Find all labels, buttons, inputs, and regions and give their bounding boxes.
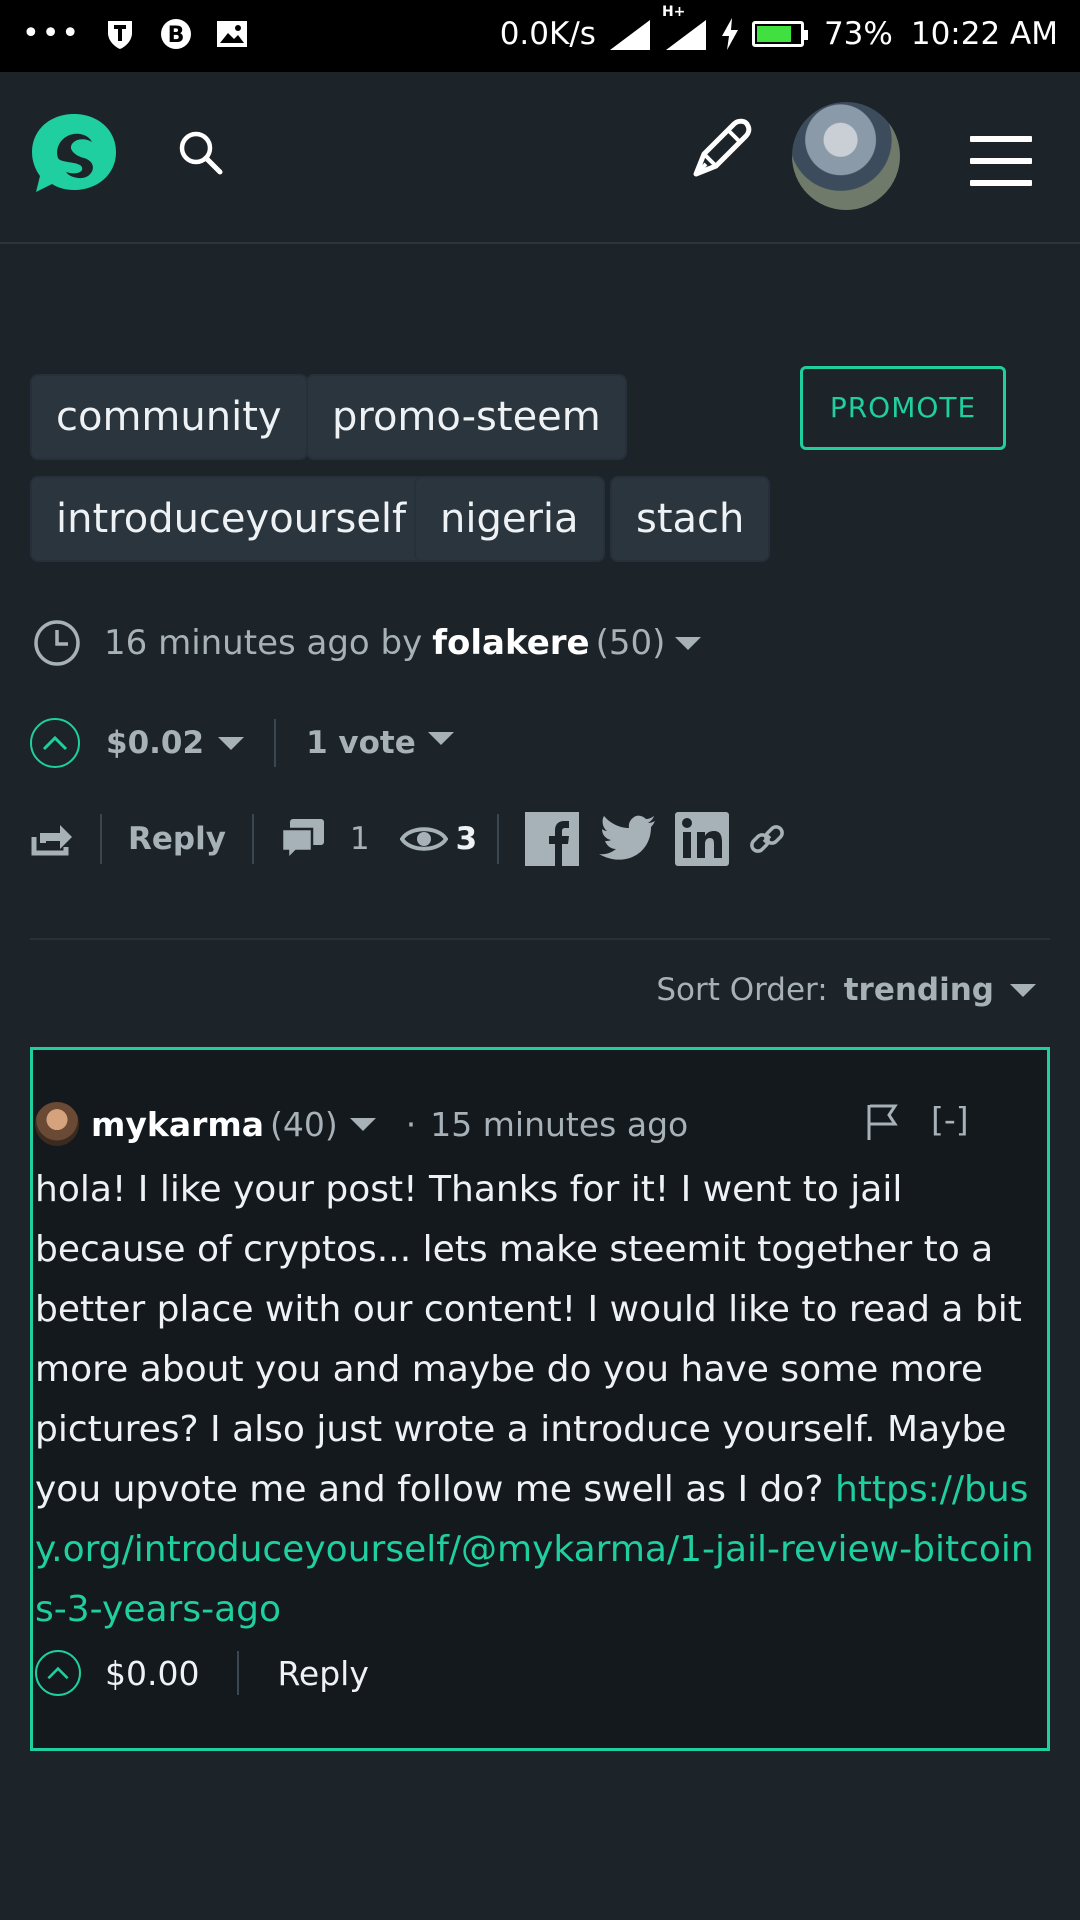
comment-header: mykarma (40) · 15 minutes ago: [35, 1102, 688, 1146]
chevron-up-icon: [42, 735, 68, 751]
divider: [30, 938, 1050, 940]
divider: [237, 1651, 240, 1695]
reblog-icon[interactable]: [30, 819, 74, 859]
action-row: Reply 1 3: [30, 808, 787, 870]
author-reputation: (50): [595, 623, 666, 663]
signal-hplus-icon: H+: [662, 4, 708, 52]
tag-introduceyourself[interactable]: introduceyourself: [30, 476, 433, 562]
shield-app-icon: [108, 20, 133, 49]
comment-time[interactable]: 15 minutes ago: [430, 1105, 688, 1144]
hamburger-menu-icon[interactable]: [970, 136, 1032, 186]
comment-reply-link[interactable]: Reply: [277, 1654, 368, 1693]
sort-order[interactable]: Sort Order: trending: [656, 972, 1036, 1008]
divider: [100, 814, 102, 864]
signal-icon: [609, 20, 650, 50]
twitter-icon[interactable]: [599, 815, 657, 863]
comment-text: hola! I like your post! Thanks for it! I…: [35, 1169, 1022, 1510]
battery-icon: [751, 21, 808, 47]
status-bar: ••• B 0.0K/s H+ 73% 10:22 AM: [0, 0, 1080, 72]
post-meta: 16 minutes ago by folakere (50): [32, 618, 702, 668]
battery-percent: 73%: [823, 16, 893, 52]
payout-dropdown-icon[interactable]: [218, 736, 245, 750]
vote-count[interactable]: 1 vote: [306, 725, 416, 761]
divider: [497, 814, 500, 864]
steemit-logo-icon[interactable]: [28, 108, 120, 200]
more-notifications-icon: •••: [22, 16, 82, 51]
facebook-icon[interactable]: [525, 812, 580, 866]
collapse-toggle[interactable]: [-]: [931, 1100, 969, 1139]
network-speed: 0.0K/s: [499, 16, 596, 52]
sort-dropdown-icon[interactable]: [1010, 983, 1036, 997]
tag-community[interactable]: community: [30, 374, 308, 460]
clock-icon: [34, 620, 80, 666]
clock: 10:22 AM: [910, 16, 1058, 52]
comment-card: mykarma (40) · 15 minutes ago [-] hola! …: [30, 1047, 1050, 1751]
post-payout[interactable]: $0.02: [106, 725, 204, 761]
search-icon[interactable]: [176, 128, 224, 176]
votes-dropdown-icon[interactable]: [427, 731, 454, 745]
bitcoin-app-icon: B: [161, 18, 192, 49]
tag-stach[interactable]: stach: [610, 476, 771, 562]
author-dropdown-icon[interactable]: [675, 636, 702, 650]
post-author[interactable]: folakere: [432, 623, 589, 663]
pencil-icon[interactable]: [690, 116, 754, 180]
comments-icon[interactable]: [280, 817, 326, 861]
eye-icon: [399, 827, 448, 851]
promote-button[interactable]: PROMOTE: [800, 366, 1006, 450]
comment-avatar[interactable]: [35, 1102, 79, 1146]
comment-count[interactable]: 1: [350, 821, 370, 857]
comment-payout[interactable]: $0.00: [105, 1654, 199, 1693]
comment-author-dropdown-icon[interactable]: [349, 1117, 376, 1131]
vote-row: $0.02 1 vote: [30, 714, 454, 772]
meta-separator: ·: [405, 1104, 417, 1144]
divider: [251, 814, 254, 864]
svg-text:B: B: [168, 23, 185, 48]
charging-icon: [721, 18, 738, 50]
divider: [274, 719, 277, 767]
flag-icon[interactable]: [865, 1102, 901, 1142]
tag-promo-steem[interactable]: promo-steem: [306, 374, 627, 460]
user-avatar[interactable]: [792, 102, 900, 210]
comment-author[interactable]: mykarma: [91, 1105, 264, 1144]
reply-link[interactable]: Reply: [128, 821, 226, 857]
comment-footer: $0.00 Reply: [35, 1650, 369, 1696]
comment-author-reputation: (40): [270, 1104, 338, 1144]
comment-body: hola! I like your post! Thanks for it! I…: [35, 1160, 1035, 1640]
linkedin-icon[interactable]: [675, 812, 730, 866]
gallery-icon: [217, 20, 248, 47]
app-header: [0, 72, 1080, 244]
sort-label: Sort Order:: [656, 972, 828, 1008]
link-icon[interactable]: [747, 819, 787, 859]
tag-nigeria[interactable]: nigeria: [414, 476, 605, 562]
post-time: 16 minutes ago by: [104, 623, 423, 663]
sort-value[interactable]: trending: [844, 972, 994, 1008]
chevron-up-icon: [47, 1666, 69, 1680]
upvote-button[interactable]: [30, 718, 80, 768]
comment-upvote-button[interactable]: [35, 1650, 81, 1696]
view-count: 3: [455, 821, 478, 857]
